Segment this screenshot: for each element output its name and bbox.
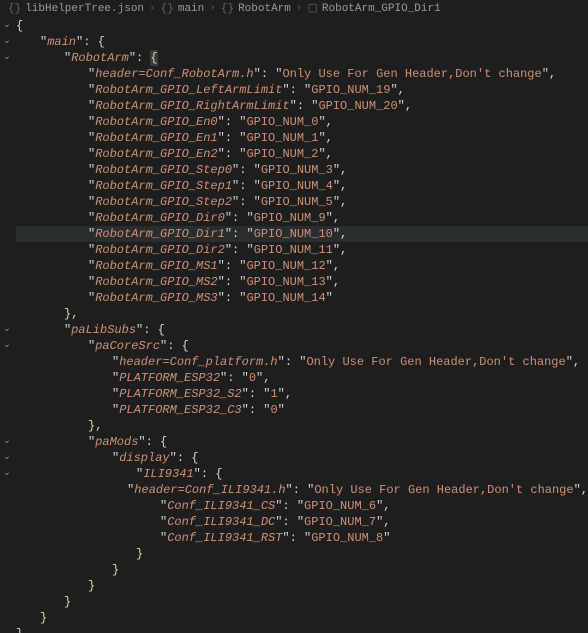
- fold-toggle[interactable]: ⌄: [0, 34, 14, 50]
- code-line[interactable]: "header=Conf_RobotArm.h": "Only Use For …: [16, 66, 588, 82]
- code-line[interactable]: "RobotArm_GPIO_LeftArmLimit": "GPIO_NUM_…: [16, 82, 588, 98]
- code-line[interactable]: "header=Conf_ILI9341.h": "Only Use For G…: [16, 482, 588, 498]
- code-line[interactable]: }: [16, 578, 588, 594]
- object-icon: {}: [161, 1, 174, 17]
- code-line[interactable]: "RobotArm_GPIO_En2": "GPIO_NUM_2",: [16, 146, 588, 162]
- field-icon: ▢: [307, 1, 317, 17]
- code-line[interactable]: "paMods": {: [16, 434, 588, 450]
- fold-toggle[interactable]: ⌄: [0, 450, 14, 466]
- code-content[interactable]: { "main": { "RobotArm": { "header=Conf_R…: [0, 18, 588, 633]
- file-icon: {}: [8, 1, 21, 17]
- code-line[interactable]: "PLATFORM_ESP32": "0",: [16, 370, 588, 386]
- code-line[interactable]: "paCoreSrc": {: [16, 338, 588, 354]
- code-line[interactable]: "RobotArm_GPIO_Step2": "GPIO_NUM_5",: [16, 194, 588, 210]
- code-line[interactable]: "RobotArm_GPIO_En0": "GPIO_NUM_0",: [16, 114, 588, 130]
- chevron-icon: ›: [209, 1, 216, 17]
- code-line[interactable]: "RobotArm_GPIO_MS3": "GPIO_NUM_14": [16, 290, 588, 306]
- code-line[interactable]: "RobotArm_GPIO_Dir2": "GPIO_NUM_11",: [16, 242, 588, 258]
- breadcrumb-robotarm[interactable]: RobotArm: [238, 1, 291, 17]
- code-line[interactable]: }: [16, 562, 588, 578]
- code-line[interactable]: "ILI9341": {: [16, 466, 588, 482]
- code-line[interactable]: }: [16, 610, 588, 626]
- fold-gutter: ⌄ ⌄ ⌄ ⌄ ⌄ ⌄ ⌄ ⌄: [0, 18, 14, 482]
- code-line[interactable]: "RobotArm_GPIO_Dir0": "GPIO_NUM_9",: [16, 210, 588, 226]
- code-line[interactable]: }: [16, 546, 588, 562]
- fold-toggle[interactable]: ⌄: [0, 18, 14, 34]
- chevron-icon: ›: [296, 1, 303, 17]
- code-line[interactable]: "Conf_ILI9341_CS": "GPIO_NUM_6",: [16, 498, 588, 514]
- code-line[interactable]: },: [16, 418, 588, 434]
- code-line[interactable]: }: [16, 594, 588, 610]
- code-line[interactable]: "RobotArm_GPIO_Step1": "GPIO_NUM_4",: [16, 178, 588, 194]
- code-line[interactable]: "RobotArm_GPIO_MS1": "GPIO_NUM_12",: [16, 258, 588, 274]
- breadcrumb-main[interactable]: main: [178, 1, 204, 17]
- code-line[interactable]: },: [16, 306, 588, 322]
- code-line[interactable]: "RobotArm_GPIO_MS2": "GPIO_NUM_13",: [16, 274, 588, 290]
- breadcrumb-leaf[interactable]: RobotArm_GPIO_Dir1: [322, 1, 441, 17]
- code-line[interactable]: {: [16, 18, 588, 34]
- breadcrumb: {} libHelperTree.json › {} main › {} Rob…: [0, 0, 588, 18]
- code-line[interactable]: }: [16, 626, 588, 633]
- code-line[interactable]: "RobotArm_GPIO_En1": "GPIO_NUM_1",: [16, 130, 588, 146]
- code-line[interactable]: "RobotArm_GPIO_RightArmLimit": "GPIO_NUM…: [16, 98, 588, 114]
- code-line[interactable]: "Conf_ILI9341_RST": "GPIO_NUM_8": [16, 530, 588, 546]
- code-line[interactable]: "Conf_ILI9341_DC": "GPIO_NUM_7",: [16, 514, 588, 530]
- code-line[interactable]: "main": {: [16, 34, 588, 50]
- code-line[interactable]: "display": {: [16, 450, 588, 466]
- fold-toggle[interactable]: ⌄: [0, 322, 14, 338]
- object-icon: {}: [221, 1, 234, 17]
- code-line[interactable]: "PLATFORM_ESP32_S2": "1",: [16, 386, 588, 402]
- code-line[interactable]: "PLATFORM_ESP32_C3": "0": [16, 402, 588, 418]
- code-editor[interactable]: ⌄ ⌄ ⌄ ⌄ ⌄ ⌄ ⌄ ⌄ { "main": { "RobotArm": …: [0, 18, 588, 633]
- code-line[interactable]: "RobotArm": {: [16, 50, 588, 66]
- fold-toggle[interactable]: ⌄: [0, 50, 14, 66]
- fold-toggle[interactable]: ⌄: [0, 434, 14, 450]
- code-line[interactable]: "header=Conf_platform.h": "Only Use For …: [16, 354, 588, 370]
- breadcrumb-file[interactable]: libHelperTree.json: [25, 1, 144, 17]
- chevron-icon: ›: [149, 1, 156, 17]
- code-line[interactable]: "RobotArm_GPIO_Step0": "GPIO_NUM_3",: [16, 162, 588, 178]
- code-line[interactable]: "RobotArm_GPIO_Dir1": "GPIO_NUM_10",: [16, 226, 588, 242]
- code-line[interactable]: "paLibSubs": {: [16, 322, 588, 338]
- fold-toggle[interactable]: ⌄: [0, 338, 14, 354]
- fold-toggle[interactable]: ⌄: [0, 466, 14, 482]
